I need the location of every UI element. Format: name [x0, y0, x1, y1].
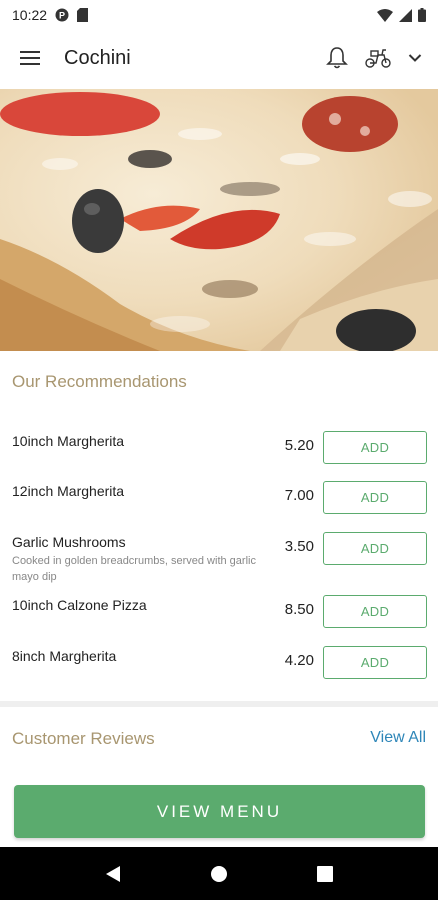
signal-icon	[399, 8, 412, 22]
add-button[interactable]: ADD	[323, 532, 427, 565]
item-name: 8inch Margherita	[12, 648, 117, 664]
item-price: 8.50	[284, 601, 314, 618]
list-item: 8inch Margherita 4.20 ADD	[0, 640, 438, 690]
status-time: 10:22	[12, 7, 48, 23]
item-name: 10inch Margherita	[12, 433, 125, 449]
wifi-icon	[377, 8, 393, 22]
recommendations-list: 10inch Margherita 5.20 ADD 12inch Marghe…	[0, 425, 438, 690]
section-divider	[0, 701, 438, 707]
list-item: 10inch Calzone Pizza 8.50 ADD	[0, 589, 438, 640]
status-bar: 10:22 P	[0, 0, 438, 30]
item-price: 5.20	[284, 437, 314, 454]
view-menu-button[interactable]: VIEW MENU	[14, 785, 425, 838]
chevron-down-icon[interactable]	[408, 53, 422, 63]
home-icon[interactable]	[210, 865, 228, 883]
recommendations-title: Our Recommendations	[12, 372, 187, 391]
svg-text:P: P	[59, 11, 65, 21]
item-price: 3.50	[284, 538, 314, 555]
reviews-title: Customer Reviews	[12, 729, 155, 748]
app-notification-icon: P	[55, 8, 69, 22]
bell-icon[interactable]	[326, 46, 348, 70]
add-button[interactable]: ADD	[323, 646, 427, 679]
item-description: Cooked in golden breadcrumbs, served wit…	[12, 555, 256, 583]
item-price: 4.20	[284, 652, 314, 669]
sd-card-icon	[77, 8, 89, 22]
add-button[interactable]: ADD	[323, 595, 427, 628]
hero-pizza-image	[0, 89, 438, 351]
add-button[interactable]: ADD	[323, 431, 427, 464]
item-name: 12inch Margherita	[12, 483, 125, 499]
view-all-link[interactable]: View All	[370, 729, 426, 747]
list-item: Garlic Mushrooms Cooked in golden breadc…	[0, 526, 438, 589]
list-item: 12inch Margherita 7.00 ADD	[0, 475, 438, 526]
item-name: Garlic Mushrooms	[12, 534, 126, 550]
app-bar: Cochini	[0, 30, 438, 86]
list-item: 10inch Margherita 5.20 ADD	[0, 425, 438, 475]
item-price: 7.00	[284, 487, 314, 504]
back-icon[interactable]	[105, 865, 121, 883]
app-title: Cochini	[64, 46, 131, 69]
scooter-icon[interactable]	[364, 47, 392, 69]
system-nav-bar	[0, 847, 438, 900]
item-name: 10inch Calzone Pizza	[12, 597, 147, 613]
battery-icon	[418, 8, 426, 22]
recents-icon[interactable]	[317, 865, 334, 882]
add-button[interactable]: ADD	[323, 481, 427, 514]
hamburger-menu-icon[interactable]	[16, 44, 44, 72]
